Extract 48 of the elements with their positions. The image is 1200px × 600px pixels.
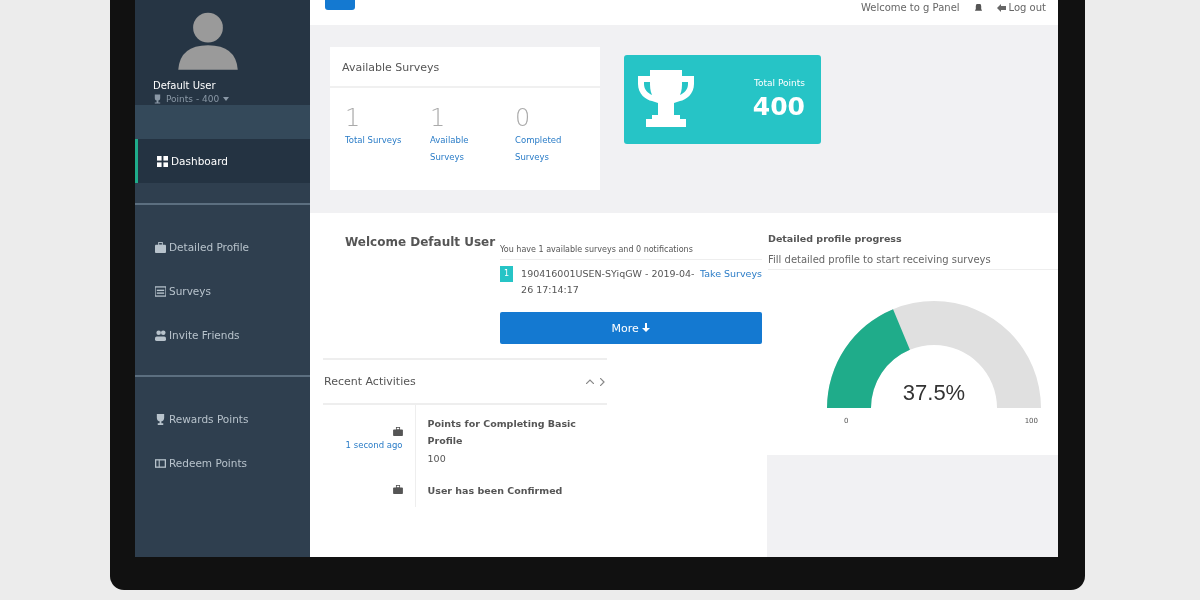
user-points-dropdown[interactable]: Points - 400 xyxy=(153,94,230,104)
progress-subtitle: Fill detailed profile to start receiving surveys xyxy=(768,254,1058,270)
activity-time: 1 second ago xyxy=(345,440,403,450)
logout-arrow-icon xyxy=(996,3,1006,12)
take-surveys-link[interactable]: Take Surveys xyxy=(699,266,762,282)
sidebar-item[interactable]: Dashboard xyxy=(135,139,310,183)
sidebar-item[interactable]: Detailed Profile xyxy=(135,225,310,269)
activity-title: Points for Completing Basic Profile xyxy=(427,417,577,448)
welcome-text: Welcome to g Panel xyxy=(860,2,960,13)
bell-icon[interactable] xyxy=(973,3,983,12)
trophy-icon xyxy=(155,413,166,425)
activity-title: User has been Confirmed xyxy=(427,484,564,498)
gauge-reading: 37.5% xyxy=(901,380,967,406)
stat-value: 1 xyxy=(430,104,447,132)
stat-link[interactable]: Total Surveys xyxy=(345,132,415,149)
activity-points: 100 xyxy=(427,453,447,464)
stat-link[interactable]: Available Surveys xyxy=(430,132,500,166)
sidebar-item[interactable]: Invite Friends xyxy=(135,313,310,357)
notification-summary: You have 1 available surveys and 0 notifications xyxy=(500,235,762,260)
stat-link[interactable]: Completed Surveys xyxy=(515,132,585,166)
logout-link[interactable]: Log out xyxy=(996,2,1046,13)
user-name: Default User xyxy=(153,80,217,91)
survey-entry: 190416001USEN-SYiqGW - 2019-04-26 17:14:17 xyxy=(521,267,696,297)
ticket-icon xyxy=(155,457,166,469)
trophy-icon xyxy=(153,94,162,104)
points-value: 400 xyxy=(752,92,805,121)
progress-title: Detailed profile progress xyxy=(768,233,903,244)
arrow-down-icon xyxy=(642,322,651,332)
briefcase-icon xyxy=(155,241,166,253)
briefcase-icon xyxy=(392,427,403,436)
caret-icon xyxy=(223,97,230,101)
more-button[interactable]: More xyxy=(500,312,762,344)
points-label: Total Points xyxy=(753,78,805,88)
list-card-icon xyxy=(155,285,166,297)
grid-icon xyxy=(157,155,168,167)
briefcase-icon xyxy=(392,485,403,494)
count-badge: 1 xyxy=(500,266,514,282)
stat-value: 1 xyxy=(345,104,362,132)
sidebar-item[interactable]: Redeem Points xyxy=(135,441,310,485)
users-icon xyxy=(155,329,166,341)
sidebar-item[interactable]: Surveys xyxy=(135,269,310,313)
chevron-right-icon[interactable] xyxy=(600,377,605,386)
sidebar-item[interactable]: Rewards Points xyxy=(135,397,310,441)
stat-value: 0 xyxy=(515,104,532,132)
card-title: Recent Activities xyxy=(324,375,416,388)
chevron-up-icon[interactable] xyxy=(586,379,594,384)
welcome-title: Welcome Default User xyxy=(345,235,497,251)
card-title: Available Surveys xyxy=(330,47,600,88)
